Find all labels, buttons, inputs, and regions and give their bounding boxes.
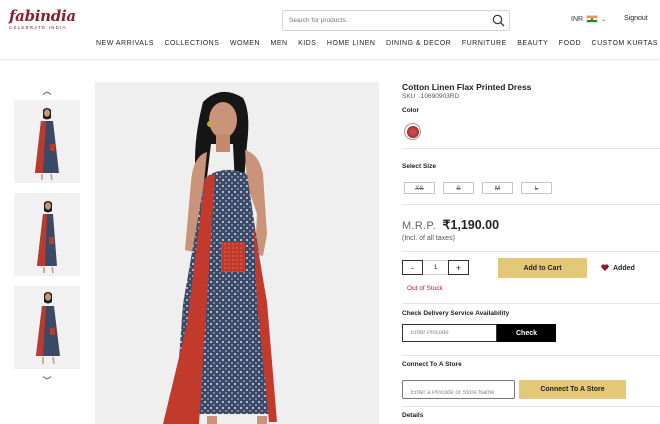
currency-label: INR: [571, 15, 584, 23]
size-option-l[interactable]: L: [521, 182, 552, 194]
search-bar: [282, 10, 510, 31]
size-option-s[interactable]: S: [443, 182, 474, 194]
store-heading: Connect To A Store: [402, 361, 462, 368]
nav-item-women[interactable]: WOMEN: [230, 40, 260, 52]
wishlist-label: Added: [613, 265, 635, 272]
store-field-wrap: [402, 380, 515, 402]
india-flag-icon: [586, 15, 599, 23]
product-sku: SKU : 10690903RD: [402, 93, 460, 100]
connect-to-store-button[interactable]: Connect To A Store: [519, 380, 626, 399]
section-divider: [402, 406, 660, 407]
add-to-cart-button[interactable]: Add to Cart: [498, 258, 587, 278]
pincode-field-wrap: [402, 324, 497, 342]
quantity-increase-button[interactable]: +: [448, 260, 469, 275]
nav-item-home-linen[interactable]: HOME LINEN: [327, 40, 376, 52]
chevron-down-icon[interactable]: ﹀: [40, 374, 54, 387]
currency-selector[interactable]: INR ⌄: [571, 15, 606, 23]
search-input[interactable]: [283, 11, 487, 30]
fabindia-logo[interactable]: fabindia CELEBRATE INDIA: [9, 7, 76, 33]
nav-item-men[interactable]: MEN: [271, 40, 288, 52]
delivery-heading: Check Delivery Service Availability: [402, 310, 510, 317]
nav-item-beauty[interactable]: BEAUTY: [517, 40, 548, 52]
product-price: ₹1,190.00: [442, 218, 500, 232]
nav-item-kids[interactable]: KIDS: [298, 40, 316, 52]
chevron-up-icon[interactable]: ︿: [40, 84, 54, 97]
section-divider: [402, 204, 660, 205]
logo-tagline: CELEBRATE INDIA: [9, 25, 67, 30]
nav-item-dining-decor[interactable]: DINING & DECOR: [386, 40, 451, 52]
size-option-xs[interactable]: XS: [404, 182, 435, 194]
color-label: Color: [402, 107, 419, 114]
nav-item-furniture[interactable]: FURNITURE: [462, 40, 507, 52]
size-option-m[interactable]: M: [482, 182, 513, 194]
nav-item-new-arrivals[interactable]: NEW ARRIVALS: [96, 40, 154, 52]
pincode-input[interactable]: [403, 325, 496, 341]
size-label: Select Size: [402, 163, 436, 170]
color-swatch-fill: [406, 125, 419, 138]
logo-wordmark: fabindia: [9, 7, 76, 25]
header-divider: [0, 59, 660, 60]
product-thumbnail-3[interactable]: [14, 286, 80, 369]
nav-item-custom-kurtas[interactable]: CUSTOM KURTAS: [592, 40, 658, 52]
section-divider: [402, 303, 660, 304]
stock-status: Out of Stock: [407, 285, 443, 292]
size-options: XS S M L: [404, 182, 552, 194]
check-delivery-button[interactable]: Check: [497, 324, 556, 342]
store-search-input[interactable]: [403, 384, 514, 402]
color-swatch-red[interactable]: [404, 123, 421, 140]
chevron-down-icon: ⌄: [601, 16, 607, 23]
nav-item-collections[interactable]: COLLECTIONS: [165, 40, 220, 52]
section-divider: [402, 355, 660, 356]
details-heading[interactable]: Details: [402, 412, 423, 419]
quantity-decrease-button[interactable]: -: [402, 260, 423, 275]
quantity-value[interactable]: 1: [423, 260, 448, 275]
nav-item-food[interactable]: FOOD: [559, 40, 581, 52]
section-divider: [402, 148, 660, 149]
signout-link[interactable]: Signout: [624, 15, 648, 22]
wishlist-toggle[interactable]: Added: [601, 264, 635, 273]
taxes-note: (Incl. of all taxes): [402, 235, 455, 242]
heart-icon: [601, 264, 609, 273]
price-block: M.R.P. ₹1,190.00: [402, 216, 499, 234]
product-title: Cotton Linen Flax Printed Dress: [402, 82, 532, 92]
product-main-image[interactable]: [95, 82, 379, 424]
main-navigation: NEW ARRIVALS COLLECTIONS WOMEN MEN KIDS …: [96, 40, 660, 52]
section-divider: [402, 251, 660, 252]
mrp-label: M.R.P.: [402, 220, 436, 232]
product-thumbnail-1[interactable]: [14, 100, 80, 183]
product-thumbnail-2[interactable]: [14, 193, 80, 276]
search-icon[interactable]: [487, 11, 509, 30]
quantity-stepper: - 1 +: [402, 260, 469, 275]
